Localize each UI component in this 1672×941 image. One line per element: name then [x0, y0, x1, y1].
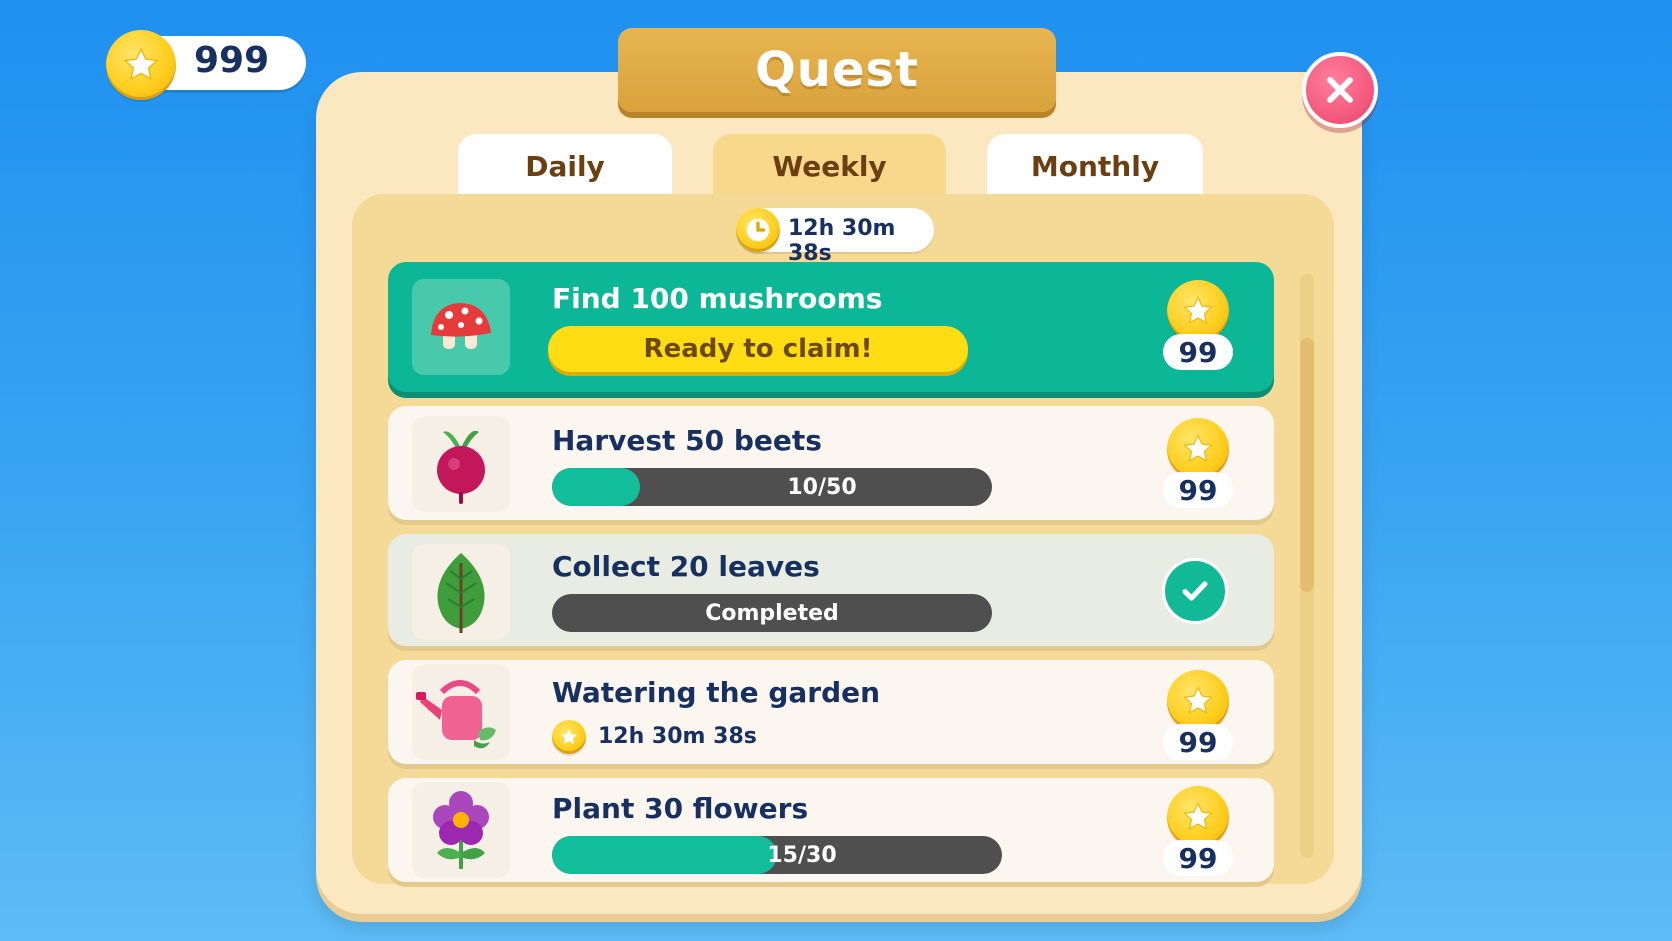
tab-weekly[interactable]: Weekly — [713, 134, 946, 198]
quest-reward: 99 — [1162, 670, 1234, 760]
scrollbar-thumb[interactable] — [1300, 338, 1314, 592]
quest-title: Harvest 50 beets — [552, 424, 822, 457]
reward-amount: 99 — [1163, 334, 1233, 370]
quest-timer-text: 12h 30m 38s — [598, 724, 757, 749]
quest-card-collect-leaves: Collect 20 leaves Completed — [388, 534, 1274, 646]
clock-icon — [736, 208, 780, 252]
star-coin-icon — [106, 30, 176, 100]
quest-reward: 99 — [1162, 786, 1234, 876]
quest-card-watering-garden[interactable]: Watering the garden 12h 30m 38s 99 — [388, 660, 1274, 764]
quest-card-plant-flowers[interactable]: Plant 30 flowers 15/30 99 — [388, 778, 1274, 882]
scrollbar[interactable] — [1300, 274, 1314, 858]
tab-monthly[interactable]: Monthly — [987, 134, 1203, 198]
star-coin-icon — [1167, 418, 1229, 480]
quest-card-harvest-beets[interactable]: Harvest 50 beets 10/50 99 — [388, 406, 1274, 520]
reward-amount: 99 — [1163, 472, 1233, 508]
currency-amount: 999 — [194, 40, 270, 81]
quest-progress-bar: 10/50 — [552, 468, 992, 506]
star-coin-icon — [1167, 786, 1229, 848]
claim-button[interactable]: Ready to claim! — [548, 326, 968, 372]
tab-daily[interactable]: Daily — [458, 134, 672, 198]
close-button[interactable] — [1302, 52, 1378, 128]
quest-title: Watering the garden — [552, 676, 881, 709]
check-icon — [1162, 558, 1228, 624]
quest-progress-bar: 15/30 — [552, 836, 1002, 874]
beet-icon — [412, 416, 510, 512]
progress-label: Completed — [705, 600, 839, 626]
star-coin-icon — [1167, 670, 1229, 732]
reward-amount: 99 — [1163, 724, 1233, 760]
star-coin-icon — [552, 720, 586, 754]
watering-can-icon — [412, 664, 510, 760]
quest-reward: 99 — [1162, 280, 1234, 370]
reset-timer: 12h 30m 38s — [736, 208, 934, 266]
close-x-icon — [1327, 77, 1353, 103]
quest-card-find-mushrooms[interactable]: Find 100 mushrooms Ready to claim! 99 — [388, 262, 1274, 392]
quest-title: Plant 30 flowers — [552, 792, 809, 825]
progress-label: 10/50 — [787, 474, 857, 500]
quest-progress-bar: Completed — [552, 594, 992, 632]
flower-icon — [412, 782, 510, 878]
quest-title: Collect 20 leaves — [552, 550, 820, 583]
mushroom-icon — [412, 279, 510, 375]
panel-title: Quest — [618, 28, 1056, 112]
quest-reward: 99 — [1162, 418, 1234, 508]
currency-counter: 999 — [106, 30, 306, 100]
leaf-icon — [412, 544, 510, 640]
quest-title: Find 100 mushrooms — [552, 282, 883, 315]
timer-text: 12h 30m 38s — [788, 216, 896, 266]
star-coin-icon — [1167, 280, 1229, 342]
progress-label: 15/30 — [767, 842, 837, 868]
reward-amount: 99 — [1163, 840, 1233, 876]
